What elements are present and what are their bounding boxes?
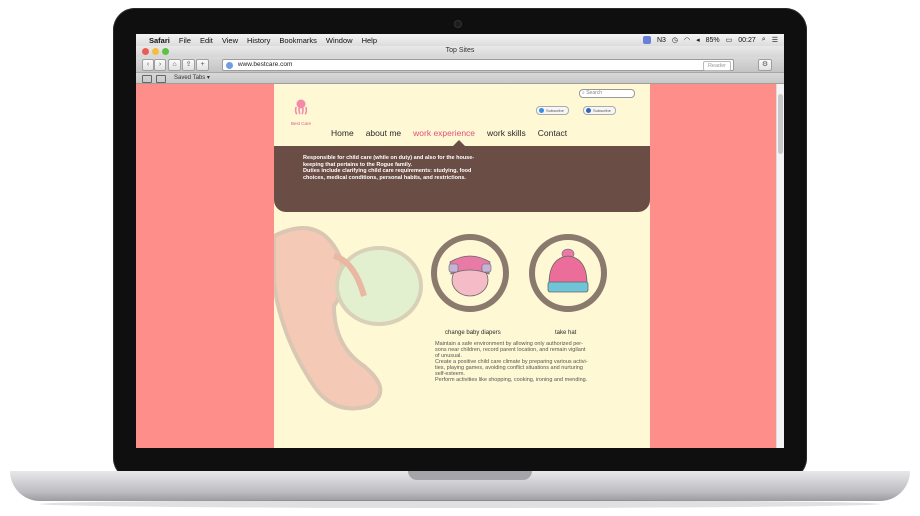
- social-icon: [586, 108, 591, 113]
- logo-text: Best Care: [290, 121, 311, 126]
- site-search-input[interactable]: ⌕ Search: [579, 89, 635, 98]
- camera-icon: [454, 20, 462, 28]
- social-label-1: Subscribe: [546, 108, 564, 113]
- work-description-text: Responsible for child care (while on dut…: [303, 155, 538, 181]
- menu-file[interactable]: File: [179, 36, 191, 45]
- app-status-icon[interactable]: [642, 36, 651, 44]
- site-favicon-icon: [226, 61, 233, 69]
- screen: Safari File Edit View History Bookmarks …: [136, 34, 784, 448]
- nav-home[interactable]: Home: [331, 128, 354, 138]
- work-description-box: Responsible for child care (while on dut…: [274, 146, 650, 212]
- menu-safari[interactable]: Safari: [149, 36, 170, 45]
- menu-help[interactable]: Help: [362, 36, 377, 45]
- social-subscribe-button-2[interactable]: Subscribe: [583, 106, 616, 115]
- laptop-shadow: [40, 500, 880, 508]
- laptop-lid: Safari File Edit View History Bookmarks …: [113, 8, 807, 480]
- clock-time[interactable]: 00:27: [738, 37, 756, 44]
- back-button[interactable]: ‹: [142, 59, 154, 71]
- battery-percent[interactable]: 85%: [706, 37, 720, 44]
- menu-view[interactable]: View: [222, 36, 238, 45]
- work-illustrations: change baby diapers take hat Maintain a …: [274, 224, 650, 448]
- reader-button[interactable]: Reader: [702, 61, 731, 71]
- site-nav: Home about me work experience work skill…: [331, 128, 579, 138]
- address-bar[interactable]: www.bestcare.com Reader: [222, 59, 734, 71]
- home-icon[interactable]: ⌂: [168, 59, 181, 71]
- saved-tabs-menu[interactable]: Saved Tabs ▾: [174, 73, 210, 83]
- hat-icon: [547, 248, 589, 293]
- vertical-scrollbar[interactable]: [776, 84, 784, 448]
- n3-status[interactable]: N3: [657, 37, 666, 44]
- window-title: Top Sites: [445, 47, 475, 54]
- laptop-notch: [408, 471, 532, 480]
- notification-center-icon[interactable]: ☰: [772, 36, 778, 44]
- scrollbar-thumb[interactable]: [778, 94, 783, 154]
- nav-contact[interactable]: Contact: [538, 128, 567, 138]
- browser-toolbar: ‹ › ⌂ ⇪ + www.bestcare.com Reader ⚙: [136, 57, 784, 73]
- menu-history[interactable]: History: [247, 36, 270, 45]
- volume-icon[interactable]: ◂: [696, 36, 700, 44]
- reading-list-icon[interactable]: [142, 75, 152, 83]
- spotlight-icon[interactable]: ⌕: [762, 36, 766, 44]
- search-icon: ⌕: [582, 90, 585, 96]
- hat-circle: [529, 234, 607, 312]
- caption-change-diapers: change baby diapers: [445, 330, 501, 336]
- url-text: www.bestcare.com: [237, 61, 293, 68]
- site-page: Best Care ⌕ Search Subscribe Subscribe H…: [274, 84, 650, 448]
- forward-button[interactable]: ›: [154, 59, 166, 71]
- laptop-base: [10, 471, 910, 501]
- nav-work-skills[interactable]: work skills: [487, 128, 526, 138]
- window-titlebar: Top Sites: [136, 46, 784, 57]
- share-icon[interactable]: ⇪: [182, 59, 195, 71]
- duty-line: Perform activities like shopping, cookin…: [435, 377, 588, 383]
- site-logo[interactable]: Best Care: [286, 99, 316, 126]
- battery-icon[interactable]: ▭: [726, 36, 733, 44]
- diaper-circle: [431, 234, 509, 312]
- settings-gear-icon[interactable]: ⚙: [758, 59, 772, 71]
- menu-bar: Safari File Edit View History Bookmarks …: [136, 34, 784, 46]
- top-sites-grid-icon[interactable]: [156, 75, 166, 83]
- social-label-2: Subscribe: [593, 108, 611, 113]
- menu-edit[interactable]: Edit: [200, 36, 213, 45]
- web-viewport: Best Care ⌕ Search Subscribe Subscribe H…: [136, 84, 784, 448]
- add-bookmark-button[interactable]: +: [196, 59, 209, 71]
- status-area: N3 ◷ ◠ ◂ 85% ▭ 00:27 ⌕ ☰: [642, 34, 778, 46]
- octopus-logo-icon: [294, 99, 308, 115]
- clock-icon[interactable]: ◷: [672, 36, 678, 44]
- bookmarks-bar: Saved Tabs ▾: [136, 73, 784, 84]
- nav-about-me[interactable]: about me: [366, 128, 401, 138]
- social-subscribe-button-1[interactable]: Subscribe: [536, 106, 569, 115]
- nav-work-experience[interactable]: work experience: [413, 128, 475, 138]
- menu-bookmarks[interactable]: Bookmarks: [279, 36, 317, 45]
- diaper-icon: [448, 255, 492, 297]
- caption-take-hat: take hat: [555, 330, 577, 336]
- social-icon: [539, 108, 544, 113]
- search-placeholder: Search: [586, 90, 603, 96]
- wifi-icon[interactable]: ◠: [684, 36, 690, 44]
- menu-window[interactable]: Window: [326, 36, 353, 45]
- box-line: choices, medical conditions, personal ha…: [303, 174, 466, 181]
- mother-child-illustration: [274, 226, 423, 411]
- work-duties-text: Maintain a safe environment by allowing …: [435, 341, 625, 383]
